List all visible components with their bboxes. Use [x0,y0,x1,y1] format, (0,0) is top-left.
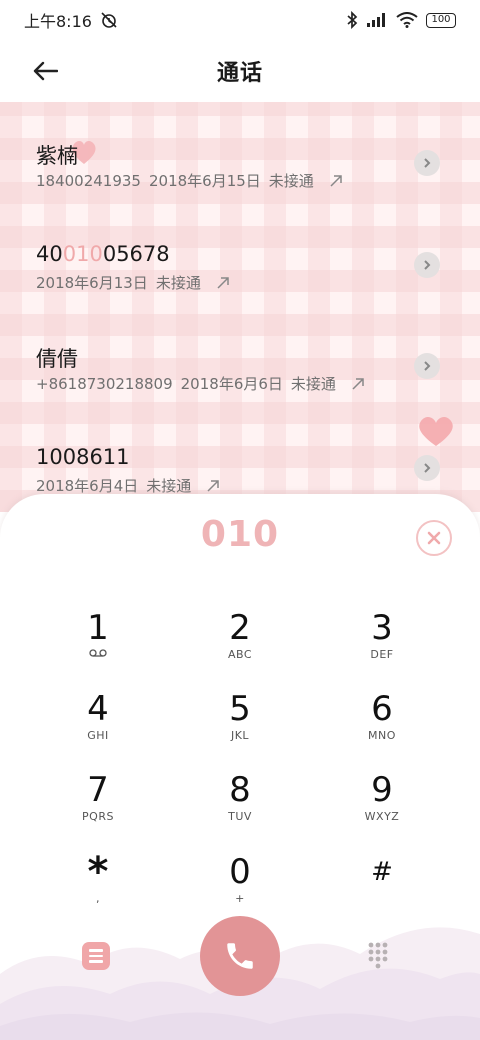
chevron-right-icon [424,361,431,371]
outgoing-arrow-icon [207,479,220,492]
call-name: 紫楠 [36,144,78,168]
status-left: 上午8:16 [24,8,118,32]
bluetooth-icon [347,11,358,29]
key-3[interactable]: 3 DEF [312,608,452,678]
call-detail-button[interactable] [414,252,440,278]
key-2[interactable]: 2 ABC [170,608,310,678]
call-details: +8618730218809 2018年6月6日 未接通 [36,373,366,394]
key-7[interactable]: 7 PQRS [28,770,168,840]
call-date: 2018年6月15日 [148,172,261,190]
outgoing-arrow-icon [217,276,229,289]
key-1[interactable]: 1 [28,608,168,678]
call-date: 2018年6月6日 [180,375,283,393]
call-date: 2018年6月4日 [36,477,139,495]
alarm-muted-icon [101,12,117,28]
keypad-toggle-button[interactable] [364,940,392,970]
status-time: 上午8:16 [24,12,92,31]
key-9[interactable]: 9 WXYZ [312,770,452,840]
call-number: +8618730218809 [36,374,173,393]
header: 通话 [0,40,480,102]
call-name: 倩倩 [36,347,78,371]
call-list-item[interactable]: 4001005678 2018年6月13日 未接通 [0,242,480,342]
keypad-grid-icon [368,942,388,969]
call-name: 1008611 [36,445,130,469]
call-list-item[interactable]: 倩倩 +8618730218809 2018年6月6日 未接通 [0,343,480,443]
key-8[interactable]: 8 TUV [170,770,310,840]
call-name: 4001005678 [36,242,170,266]
chevron-right-icon [424,463,431,473]
menu-button[interactable] [82,942,110,970]
dialpad-panel: 010 1 2 ABC 3 DEF 4 GHI 5 JKL 6 MNO 7 PQ… [0,494,480,1040]
key-4[interactable]: 4 GHI [28,689,168,759]
call-status: 未接通 [268,172,314,190]
call-status: 未接通 [290,375,336,393]
close-icon [427,531,441,545]
chevron-right-icon [424,260,431,270]
status-right: 100 [346,11,456,29]
phone-icon [227,943,253,969]
battery-icon: 100 [426,12,456,28]
call-status: 未接通 [155,274,201,292]
call-details: 2018年6月13日 未接通 [36,272,231,293]
call-detail-button[interactable] [414,353,440,379]
outgoing-arrow-icon [352,377,364,390]
call-number: 18400241935 [36,171,141,190]
key-6[interactable]: 6 MNO [312,689,452,759]
key-5[interactable]: 5 JKL [170,689,310,759]
call-list-item[interactable]: 紫楠 18400241935 2018年6月15日 未接通 [0,140,480,240]
call-detail-button[interactable] [414,150,440,176]
call-details: 18400241935 2018年6月15日 未接通 [36,170,344,191]
wifi-icon [396,12,418,28]
signal-icon [367,13,385,27]
call-details: 2018年6月4日 未接通 [36,475,221,496]
call-status: 未接通 [146,477,192,495]
call-button[interactable] [200,916,280,996]
dial-input-display: 010 [200,514,280,555]
key-star[interactable]: * , [28,852,168,922]
back-button[interactable] [28,54,62,88]
status-bar: 上午8:16 100 [0,0,480,40]
outgoing-arrow-icon [330,174,342,187]
call-detail-button[interactable] [414,455,440,481]
back-arrow-icon [33,61,58,81]
key-hash[interactable]: # [312,852,452,922]
call-list: 紫楠 18400241935 2018年6月15日 未接通 4001005678… [0,102,480,512]
key-0[interactable]: 0 + [170,852,310,922]
call-date: 2018年6月13日 [36,274,148,292]
page-title: 通话 [216,61,263,86]
voicemail-icon [89,649,107,657]
chevron-right-icon [424,158,431,168]
clear-button[interactable] [416,520,452,556]
